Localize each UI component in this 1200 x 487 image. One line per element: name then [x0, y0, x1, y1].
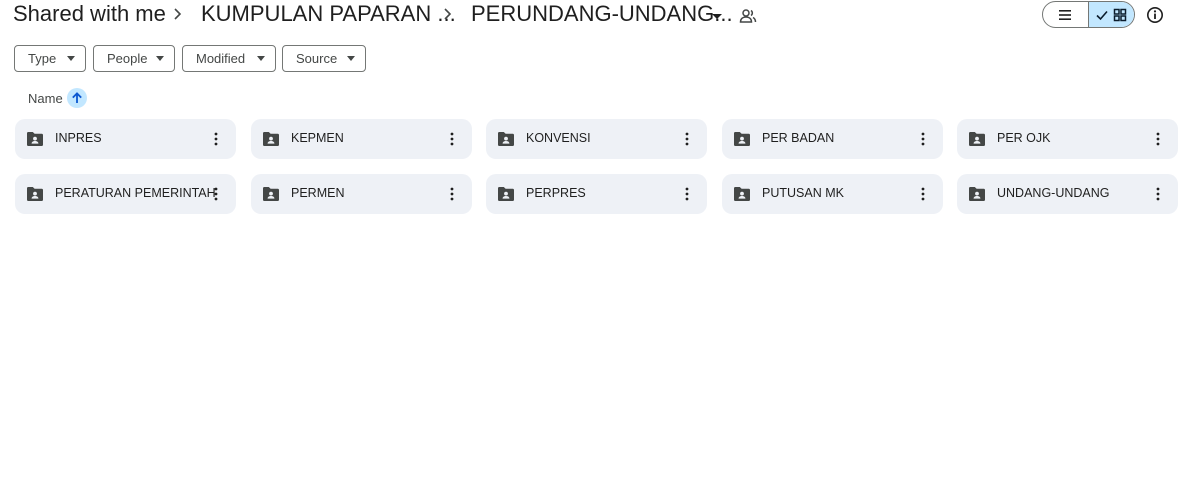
list-view-button[interactable] [1043, 2, 1089, 27]
more-vert-icon [450, 187, 454, 201]
more-actions-button[interactable] [913, 184, 933, 204]
shared-folder-icon [733, 131, 751, 147]
caret-down-icon [347, 56, 355, 61]
shared-people-icon [738, 6, 758, 26]
more-actions-button[interactable] [442, 129, 462, 149]
top-bar: Shared with me KUMPULAN PAPARAN ... PERU… [0, 0, 1200, 32]
folder-name: KONVENSI [526, 131, 591, 145]
shared-folder-icon [497, 186, 515, 202]
folder-card-permen[interactable]: PERMEN [251, 174, 472, 214]
sort-header: Name [28, 88, 87, 108]
more-vert-icon [1156, 187, 1160, 201]
chevron-right-icon [172, 7, 184, 21]
folder-name: UNDANG-UNDANG [997, 186, 1110, 200]
caret-down-icon [67, 56, 75, 61]
list-view-icon [1059, 9, 1072, 20]
more-vert-icon [214, 187, 218, 201]
folder-name: KEPMEN [291, 131, 344, 145]
grid-view-button[interactable] [1088, 2, 1134, 27]
more-vert-icon [685, 132, 689, 146]
sort-direction-button[interactable] [66, 88, 87, 108]
more-actions-button[interactable] [1148, 184, 1168, 204]
folder-card-undang-undang[interactable]: UNDANG-UNDANG [957, 174, 1178, 214]
caret-down-icon [156, 56, 164, 61]
folder-card-inpres[interactable]: INPRES [15, 119, 236, 159]
check-icon [1096, 10, 1108, 20]
folder-name: PERMEN [291, 186, 345, 200]
more-vert-icon [1156, 132, 1160, 146]
breadcrumb-shared-with-me[interactable]: Shared with me [13, 1, 166, 27]
filter-people-chip[interactable]: People [93, 45, 175, 72]
filter-modified-chip[interactable]: Modified [182, 45, 276, 72]
folder-name: PUTUSAN MK [762, 186, 844, 200]
folder-name: PERATURAN PEMERINTAH [55, 186, 216, 200]
breadcrumb-kumpulan-paparan[interactable]: KUMPULAN PAPARAN ... [201, 1, 456, 27]
folder-card-per-ojk[interactable]: PER OJK [957, 119, 1178, 159]
folder-card-perpres[interactable]: PERPRES [486, 174, 707, 214]
breadcrumb-current-folder[interactable]: PERUNDANG-UNDANG... [471, 1, 733, 27]
shared-folder-icon [262, 186, 280, 202]
folder-name: PER OJK [997, 131, 1051, 145]
arrow-up-icon [71, 92, 82, 103]
filter-label: Source [296, 51, 338, 66]
view-toggle [1042, 1, 1135, 28]
folder-name: INPRES [55, 131, 102, 145]
more-vert-icon [921, 187, 925, 201]
more-actions-button[interactable] [206, 184, 226, 204]
folder-card-konvensi[interactable]: KONVENSI [486, 119, 707, 159]
filter-label: People [107, 51, 148, 66]
shared-folder-icon [968, 131, 986, 147]
shared-folder-icon [26, 131, 44, 147]
more-actions-button[interactable] [677, 184, 697, 204]
caret-down-icon[interactable] [709, 8, 725, 24]
shared-folder-icon [26, 186, 44, 202]
more-actions-button[interactable] [913, 129, 933, 149]
shared-folder-icon [262, 131, 280, 147]
more-vert-icon [685, 187, 689, 201]
info-icon[interactable] [1145, 5, 1165, 25]
folder-name: PERPRES [526, 186, 586, 200]
shared-folder-icon [733, 186, 751, 202]
more-actions-button[interactable] [442, 184, 462, 204]
filter-source-chip[interactable]: Source [282, 45, 366, 72]
filter-type-chip[interactable]: Type [14, 45, 86, 72]
folder-card-peraturan-pemerintah[interactable]: PERATURAN PEMERINTAH [15, 174, 236, 214]
sort-by-name[interactable]: Name [28, 91, 63, 106]
folder-card-kepmen[interactable]: KEPMEN [251, 119, 472, 159]
more-vert-icon [214, 132, 218, 146]
more-actions-button[interactable] [206, 129, 226, 149]
folder-name: PER BADAN [762, 131, 835, 145]
filter-label: Modified [196, 51, 246, 66]
folder-card-per-badan[interactable]: PER BADAN [722, 119, 943, 159]
folder-card-putusan-mk[interactable]: PUTUSAN MK [722, 174, 943, 214]
shared-folder-icon [497, 131, 515, 147]
more-actions-button[interactable] [1148, 129, 1168, 149]
more-vert-icon [921, 132, 925, 146]
filter-label: Type [28, 51, 57, 66]
grid-view-icon [1114, 8, 1127, 21]
shared-folder-icon [968, 186, 986, 202]
caret-down-icon [257, 56, 265, 61]
chevron-right-icon [442, 7, 454, 21]
more-vert-icon [450, 132, 454, 146]
more-actions-button[interactable] [677, 129, 697, 149]
